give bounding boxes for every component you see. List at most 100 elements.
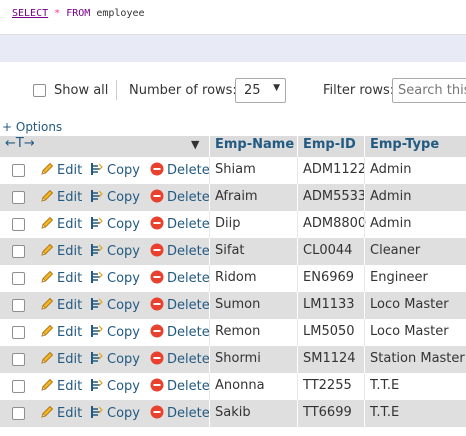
delete-link[interactable]: Delete: [150, 189, 210, 205]
filter-rows-placeholder: Search this: [398, 83, 466, 98]
delete-label: Delete: [167, 163, 210, 178]
copy-link[interactable]: Copy: [90, 405, 140, 421]
delete-link[interactable]: Delete: [150, 351, 210, 367]
copy-icon: [91, 406, 103, 418]
row-checkbox[interactable]: [12, 272, 25, 285]
copy-icon: [91, 244, 103, 256]
column-separator: [209, 184, 210, 211]
header-separator: [209, 136, 210, 157]
cell-emp-type: Admin: [370, 216, 412, 231]
delete-label: Delete: [167, 244, 210, 259]
column-resize-arrows-icon[interactable]: ←T→: [5, 136, 35, 151]
delete-icon: [150, 297, 164, 311]
table-row: Edit Copy Delete Afraim ADM5533 Admin: [0, 184, 466, 211]
row-checkbox[interactable]: [12, 407, 25, 420]
edit-label: Edit: [57, 379, 83, 394]
delete-link[interactable]: Delete: [150, 297, 210, 313]
table-row: Edit Copy Delete Anonna TT2255 T.T.E: [0, 373, 466, 400]
edit-link[interactable]: Edit: [40, 162, 82, 178]
delete-label: Delete: [167, 190, 210, 205]
edit-label: Edit: [57, 271, 83, 286]
edit-link[interactable]: Edit: [40, 243, 82, 259]
edit-label: Edit: [57, 406, 83, 421]
filter-rows-input[interactable]: Search this: [392, 78, 466, 103]
column-separator: [209, 400, 210, 427]
row-checkbox[interactable]: [12, 164, 25, 177]
row-checkbox[interactable]: [12, 353, 25, 366]
cell-emp-id: ADM1122: [303, 162, 367, 177]
delete-link[interactable]: Delete: [150, 162, 210, 178]
copy-link[interactable]: Copy: [90, 162, 140, 178]
cell-emp-name: Shormi: [215, 351, 261, 366]
show-all-checkbox[interactable]: [33, 84, 46, 97]
edit-link[interactable]: Edit: [40, 324, 82, 340]
show-all-label[interactable]: Show all: [54, 83, 108, 98]
copy-link[interactable]: Copy: [90, 216, 140, 232]
delete-link[interactable]: Delete: [150, 216, 210, 232]
options-link[interactable]: + Options: [2, 120, 62, 134]
column-separator: [297, 319, 298, 346]
column-separator: [364, 400, 365, 427]
row-checkbox[interactable]: [12, 299, 25, 312]
row-checkbox[interactable]: [12, 326, 25, 339]
copy-link[interactable]: Copy: [90, 378, 140, 394]
cell-emp-id: TT2255: [303, 378, 352, 393]
delete-icon: [150, 216, 164, 230]
copy-label: Copy: [107, 325, 140, 340]
table-row: Edit Copy Delete Sumon LM1133 Loco Maste…: [0, 292, 466, 319]
sort-triangle-icon[interactable]: ▼: [191, 138, 199, 151]
sql-query-text: SELECT * FROM employee: [12, 8, 145, 19]
row-checkbox[interactable]: [12, 380, 25, 393]
column-separator: [364, 265, 365, 292]
edit-link[interactable]: Edit: [40, 351, 82, 367]
copy-link[interactable]: Copy: [90, 243, 140, 259]
pencil-icon: [41, 189, 54, 202]
row-checkbox[interactable]: [12, 191, 25, 204]
nav-separator: [116, 80, 117, 100]
column-header-emp-type[interactable]: Emp-Type: [370, 137, 439, 152]
cell-emp-type: Admin: [370, 189, 412, 204]
edit-link[interactable]: Edit: [40, 297, 82, 313]
edit-link[interactable]: Edit: [40, 189, 82, 205]
rows-count-select[interactable]: 25 ▼: [235, 78, 286, 103]
copy-label: Copy: [107, 217, 140, 232]
column-separator: [297, 157, 298, 184]
edit-label: Edit: [57, 163, 83, 178]
column-header-emp-name[interactable]: Emp-Name: [215, 137, 294, 152]
cell-emp-name: Diip: [215, 216, 241, 231]
delete-label: Delete: [167, 406, 210, 421]
sql-query-area[interactable]: SELECT * FROM employee: [0, 0, 466, 34]
column-separator: [297, 292, 298, 319]
sql-select-keyword[interactable]: SELECT: [12, 8, 48, 19]
cell-emp-name: Remon: [215, 324, 261, 339]
delete-link[interactable]: Delete: [150, 405, 210, 421]
edit-link[interactable]: Edit: [40, 405, 82, 421]
copy-link[interactable]: Copy: [90, 324, 140, 340]
delete-icon: [150, 324, 164, 338]
column-separator: [209, 346, 210, 373]
cell-emp-id: SM1124: [303, 351, 356, 366]
delete-link[interactable]: Delete: [150, 270, 210, 286]
delete-link[interactable]: Delete: [150, 324, 210, 340]
delete-label: Delete: [167, 298, 210, 313]
edit-label: Edit: [57, 190, 83, 205]
copy-link[interactable]: Copy: [90, 297, 140, 313]
edit-link[interactable]: Edit: [40, 270, 82, 286]
copy-label: Copy: [107, 406, 140, 421]
copy-link[interactable]: Copy: [90, 189, 140, 205]
edit-link[interactable]: Edit: [40, 216, 82, 232]
pencil-icon: [41, 216, 54, 229]
row-checkbox[interactable]: [12, 245, 25, 258]
column-separator: [297, 265, 298, 292]
sql-star: *: [54, 8, 61, 19]
row-checkbox[interactable]: [12, 218, 25, 231]
edit-link[interactable]: Edit: [40, 378, 82, 394]
delete-label: Delete: [167, 352, 210, 367]
column-separator: [209, 211, 210, 238]
delete-link[interactable]: Delete: [150, 378, 210, 394]
copy-link[interactable]: Copy: [90, 270, 140, 286]
delete-link[interactable]: Delete: [150, 243, 210, 259]
cell-emp-name: Sifat: [215, 243, 245, 258]
copy-link[interactable]: Copy: [90, 351, 140, 367]
column-header-emp-id[interactable]: Emp-ID: [303, 137, 356, 152]
